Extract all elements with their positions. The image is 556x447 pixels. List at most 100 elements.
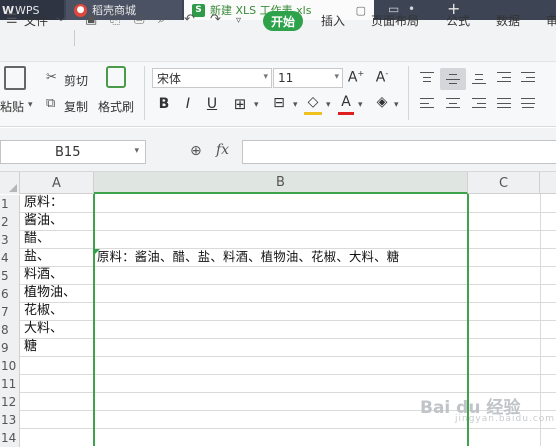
- row-header[interactable]: 8: [0, 321, 20, 339]
- grid-line: [20, 266, 556, 267]
- select-all-corner[interactable]: [0, 172, 20, 194]
- row-header[interactable]: 2: [0, 213, 20, 231]
- chevron-down-icon[interactable]: ▾: [326, 100, 331, 110]
- name-box[interactable]: B15 ▾: [0, 140, 146, 164]
- copy-icon[interactable]: ⧉: [46, 96, 55, 111]
- column-header-c[interactable]: C: [468, 172, 540, 194]
- row-header[interactable]: 10: [0, 357, 20, 375]
- copy-button[interactable]: 复制: [64, 98, 88, 115]
- increase-font-size-icon[interactable]: A+: [346, 69, 366, 86]
- grid-line: [20, 356, 556, 357]
- grid-line: [20, 212, 556, 213]
- cell-a8[interactable]: 大料、: [21, 320, 63, 338]
- justify-icon[interactable]: [497, 98, 511, 108]
- cell-a3[interactable]: 醋、: [21, 230, 50, 248]
- cut-button[interactable]: 剪切: [64, 72, 88, 89]
- cell-a4[interactable]: 盐、: [21, 248, 50, 266]
- align-left-icon[interactable]: [420, 98, 434, 108]
- menu-file[interactable]: 文件: [24, 12, 48, 29]
- row-header[interactable]: 11: [0, 375, 20, 393]
- borders-icon[interactable]: ⊞: [230, 95, 250, 113]
- decrease-indent-icon[interactable]: [497, 72, 511, 82]
- column-header-a[interactable]: A: [20, 172, 94, 194]
- chevron-down-icon[interactable]: ▾: [358, 100, 363, 110]
- cell-a7[interactable]: 花椒、: [21, 302, 63, 320]
- italic-button[interactable]: I: [178, 96, 198, 112]
- grid-line: [20, 428, 556, 429]
- name-box-value: B15: [55, 144, 81, 160]
- underline-button[interactable]: U: [202, 96, 222, 112]
- row-header[interactable]: 4: [0, 249, 20, 267]
- redo-icon[interactable]: ↷: [210, 12, 221, 27]
- row-header[interactable]: 5: [0, 267, 20, 285]
- fill-color-swatch: [304, 112, 322, 115]
- paste-dropdown-icon[interactable]: ▾: [28, 100, 33, 110]
- decrease-font-size-icon[interactable]: A-: [372, 69, 392, 86]
- font-size-select[interactable]: 11 ▾: [273, 68, 343, 88]
- chevron-down-icon[interactable]: ﹀: [56, 14, 66, 29]
- merge-cells-icon[interactable]: ⊟: [269, 95, 289, 111]
- print-icon[interactable]: ⎙: [134, 12, 144, 27]
- cell-a1[interactable]: 原料：: [21, 194, 63, 212]
- bold-button[interactable]: B: [154, 96, 174, 112]
- row-header[interactable]: 7: [0, 303, 20, 321]
- row-header[interactable]: 12: [0, 393, 20, 411]
- column-selection-border: [93, 194, 95, 446]
- chevron-down-icon: ▾: [134, 146, 139, 156]
- font-color-swatch: [338, 112, 354, 115]
- cell-a9[interactable]: 糖: [21, 338, 37, 356]
- font-name-value: 宋体: [157, 71, 182, 86]
- distributed-align-icon[interactable]: [521, 98, 535, 108]
- hamburger-menu-icon[interactable]: ☰: [6, 12, 18, 27]
- scissors-icon[interactable]: ✂: [46, 70, 57, 85]
- print-preview-icon[interactable]: ⌕: [158, 12, 165, 27]
- increase-indent-icon[interactable]: [521, 72, 535, 82]
- align-center-icon[interactable]: [446, 98, 460, 108]
- row-header[interactable]: 3: [0, 231, 20, 249]
- divider: [74, 30, 75, 46]
- fx-button[interactable]: fx: [216, 142, 229, 158]
- row-header[interactable]: 9: [0, 339, 20, 357]
- tab-data[interactable]: 数据: [496, 12, 520, 29]
- align-bottom-icon[interactable]: [472, 74, 486, 84]
- chevron-down-icon[interactable]: ▾: [293, 100, 298, 110]
- column-header-b[interactable]: B: [94, 172, 468, 194]
- font-name-select[interactable]: 宋体 ▾: [152, 68, 272, 88]
- export-pdf-icon[interactable]: ⎘: [110, 12, 120, 27]
- chevron-down-icon[interactable]: ▾: [254, 100, 259, 110]
- fill-color-icon[interactable]: ◇: [303, 94, 323, 110]
- divider: [408, 66, 409, 120]
- formula-input[interactable]: [242, 140, 556, 164]
- font-color-icon[interactable]: A: [336, 94, 356, 110]
- grid-line: [20, 374, 556, 375]
- align-top-icon[interactable]: [420, 72, 434, 82]
- paste-button[interactable]: 粘贴: [0, 98, 24, 115]
- close-tab-icon[interactable]: ▢: [356, 4, 366, 17]
- cell-a6[interactable]: 植物油、: [21, 284, 76, 302]
- chevron-down-icon[interactable]: ▾: [394, 100, 399, 110]
- tab-insert[interactable]: 插入: [321, 12, 345, 29]
- cell-a5[interactable]: 料酒、: [21, 266, 63, 284]
- clipboard-icon[interactable]: [4, 66, 26, 90]
- tab-formulas[interactable]: 公式: [446, 12, 470, 29]
- row-header[interactable]: 1: [0, 195, 20, 213]
- clear-format-icon[interactable]: ◈: [372, 94, 392, 110]
- row-header[interactable]: 6: [0, 285, 20, 303]
- select-all-icon: [9, 184, 17, 192]
- zoom-icon[interactable]: ⊕: [190, 143, 202, 159]
- tab-review-partial[interactable]: 审: [546, 12, 556, 29]
- row-header[interactable]: 14: [0, 429, 20, 447]
- align-right-icon[interactable]: [472, 98, 486, 108]
- divider: [144, 66, 145, 120]
- save-icon[interactable]: ▣: [85, 12, 97, 27]
- row-header[interactable]: 13: [0, 411, 20, 429]
- customize-quick-access-icon[interactable]: ▿: [236, 15, 241, 26]
- format-painter-icon[interactable]: [106, 66, 126, 88]
- tab-home[interactable]: 开始: [263, 11, 303, 31]
- cell-a2[interactable]: 酱油、: [21, 212, 63, 230]
- undo-icon[interactable]: ↶: [184, 12, 195, 27]
- grid-line: [20, 284, 556, 285]
- tab-page-layout[interactable]: 页面布局: [371, 12, 419, 29]
- format-painter-button[interactable]: 格式刷: [98, 98, 134, 115]
- cell-b4[interactable]: 原料：酱油、醋、盐、料酒、植物油、花椒、大料、糖: [94, 248, 466, 266]
